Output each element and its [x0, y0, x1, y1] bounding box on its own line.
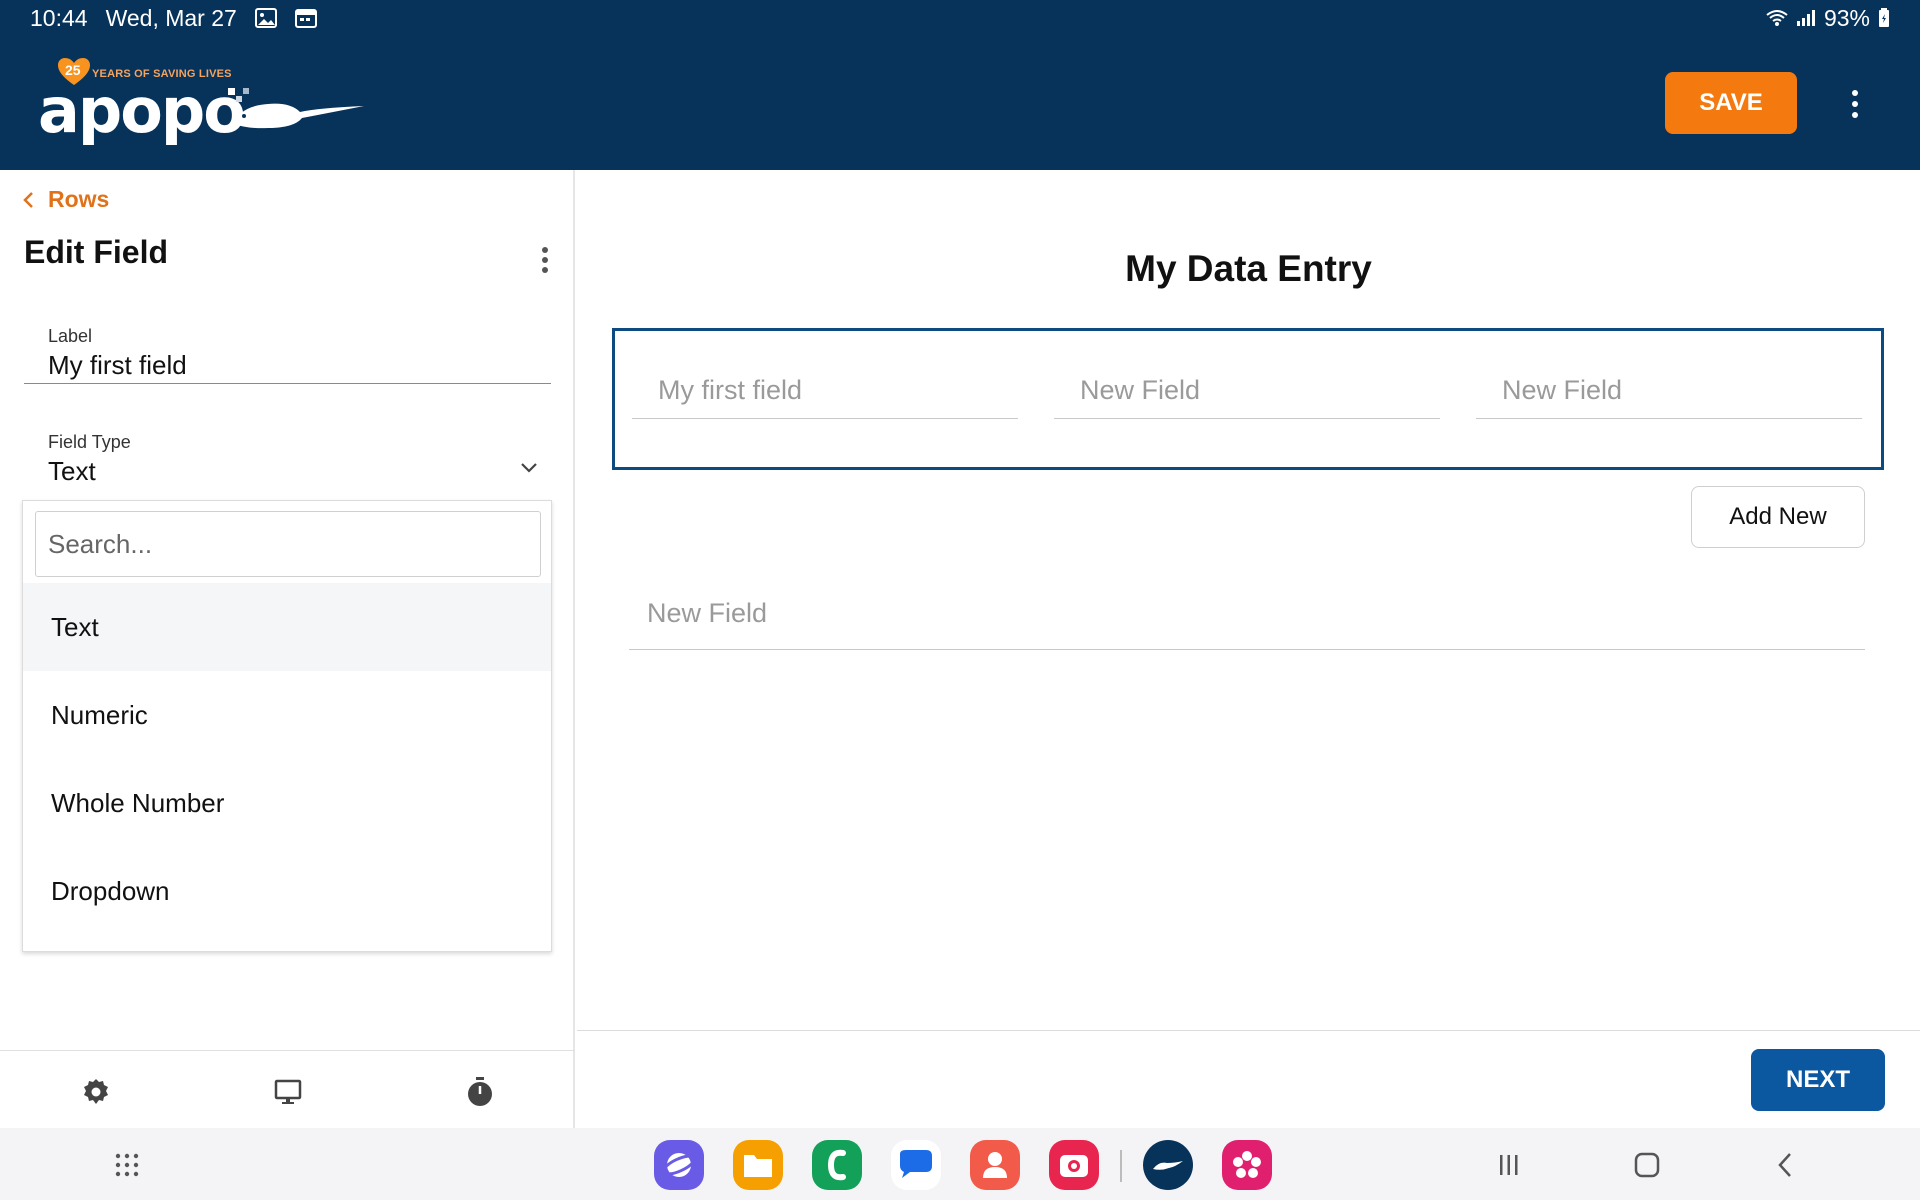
panel-toolbar [0, 1050, 575, 1128]
app-header: 25 YEARS OF SAVING LIVES apopo SAVE [0, 36, 1920, 170]
timer-icon[interactable] [463, 1075, 497, 1109]
files-app-icon[interactable] [733, 1140, 783, 1190]
flower-app-icon[interactable] [1222, 1140, 1272, 1190]
camera-app-icon[interactable] [1049, 1140, 1099, 1190]
battery-percent: 93% [1823, 4, 1870, 31]
next-button[interactable]: NEXT [1751, 1049, 1885, 1111]
rat-logo-icon [228, 88, 364, 129]
dock-divider [1120, 1150, 1122, 1182]
chevron-left-icon [23, 191, 33, 208]
back-to-rows-link[interactable]: Rows [22, 186, 109, 213]
row-field-1[interactable]: My first field [632, 365, 1018, 419]
monitor-icon[interactable] [271, 1075, 305, 1109]
apopo-logo: 25 YEARS OF SAVING LIVES apopo [38, 58, 368, 148]
selected-row[interactable]: My first field New Field New Field [612, 328, 1884, 470]
dropdown-option-text[interactable]: Text [23, 583, 551, 671]
row-field-3[interactable]: New Field [1476, 365, 1862, 419]
status-date: Wed, Mar 27 [105, 4, 237, 31]
panel-title: Edit Field [24, 234, 168, 270]
signal-icon [1796, 9, 1816, 27]
form-footer: NEXT [577, 1030, 1920, 1128]
field-type-select[interactable]: Field Type Text [24, 426, 551, 490]
logo-wordmark: apopo [38, 74, 246, 147]
dropdown-option-whole-number[interactable]: Whole Number [23, 759, 551, 847]
app-drawer-icon[interactable] [110, 1148, 144, 1182]
label-input[interactable]: Label My first field [24, 320, 551, 384]
add-new-button[interactable]: Add New [1691, 486, 1865, 548]
system-nav-bar [0, 1128, 1920, 1200]
dropdown-search-input[interactable] [35, 511, 541, 577]
calendar-icon [294, 8, 317, 28]
field-type-dropdown: Text Numeric Whole Number Dropdown [22, 500, 552, 952]
field-type-caption: Field Type [48, 432, 131, 452]
dropdown-option-dropdown[interactable]: Dropdown [23, 847, 551, 935]
wifi-icon [1766, 9, 1788, 27]
battery-icon [1878, 8, 1890, 28]
field-type-value: Text [48, 456, 96, 486]
label-field-caption: Label [48, 326, 93, 346]
row-field-single[interactable]: New Field [629, 590, 1865, 650]
save-button[interactable]: SAVE [1665, 72, 1797, 134]
contacts-app-icon[interactable] [970, 1140, 1020, 1190]
status-time: 10:44 [30, 4, 88, 31]
gear-icon[interactable] [79, 1075, 113, 1109]
back-label: Rows [48, 186, 110, 212]
home-icon[interactable] [1630, 1148, 1664, 1182]
apopo-app-icon[interactable] [1143, 1140, 1193, 1190]
more-options-icon[interactable] [1840, 84, 1870, 124]
panel-more-options-icon[interactable] [530, 240, 560, 280]
form-title: My Data Entry [1125, 248, 1372, 289]
back-icon[interactable] [1768, 1148, 1802, 1182]
recent-apps-icon[interactable] [1492, 1148, 1526, 1182]
chevron-down-icon[interactable] [520, 462, 538, 474]
label-field-value: My first field [48, 350, 187, 380]
status-bar: 10:44 Wed, Mar 27 93% [0, 0, 1920, 36]
internet-app-icon[interactable] [654, 1140, 704, 1190]
row-field-2[interactable]: New Field [1054, 365, 1440, 419]
gallery-icon [254, 8, 277, 28]
edit-field-panel: Rows Edit Field Label My first field Fie… [0, 170, 575, 1128]
data-entry-preview: My Data Entry My first field New Field N… [577, 170, 1920, 1128]
phone-app-icon[interactable] [812, 1140, 862, 1190]
dropdown-option-numeric[interactable]: Numeric [23, 671, 551, 759]
messages-app-icon[interactable] [891, 1140, 941, 1190]
